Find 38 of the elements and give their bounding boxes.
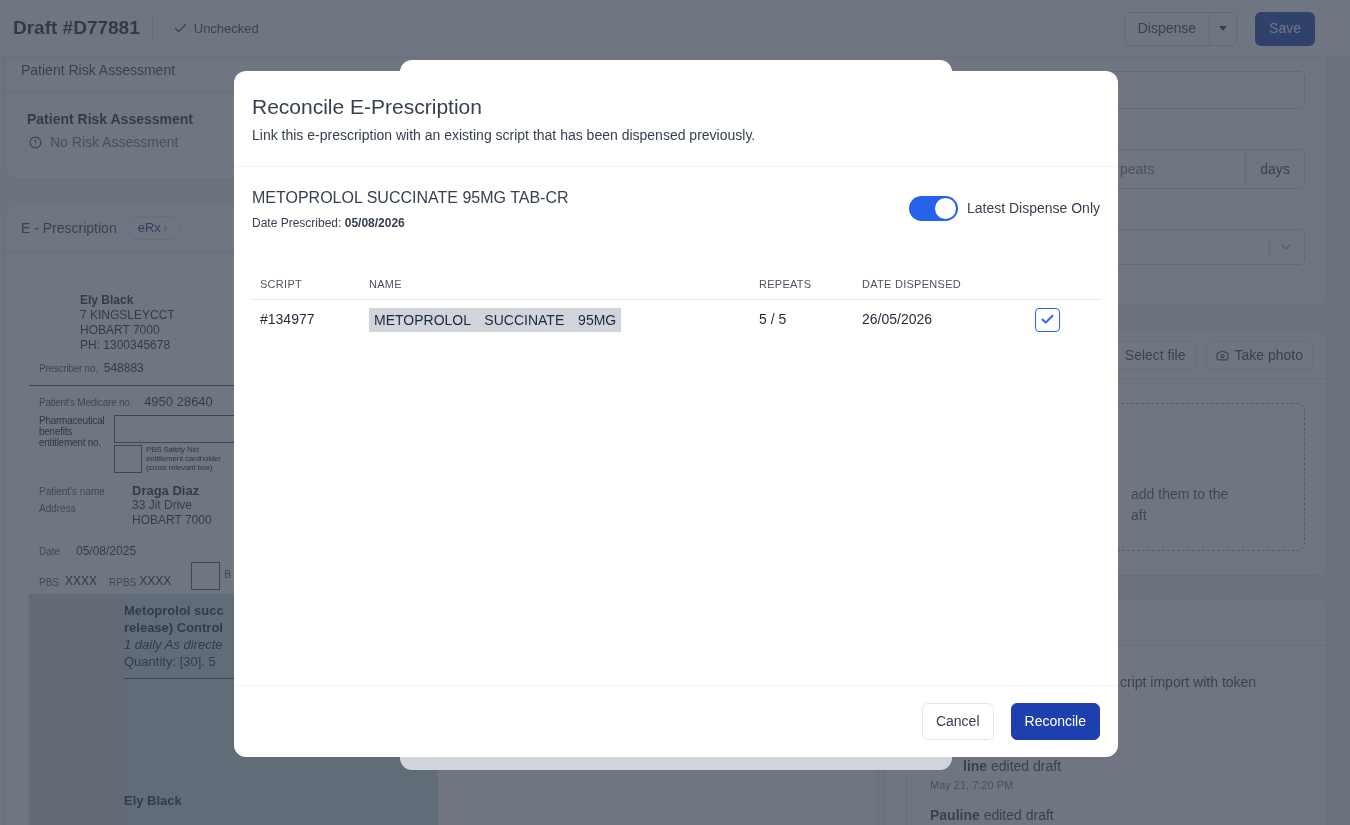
rpbs-value: XXXX bbox=[139, 572, 172, 590]
prescriber-address: HOBART 7000 bbox=[80, 323, 160, 338]
table-cell-text: #134977 bbox=[260, 310, 316, 329]
reconcile-button[interactable]: Reconcile bbox=[1010, 703, 1100, 740]
card-title: Patient Risk Assessment bbox=[21, 62, 176, 78]
card-title: E - Prescription bbox=[21, 218, 117, 238]
drug-name: METOPROLOL SUCCINATE 95MG TAB-CR bbox=[252, 187, 569, 208]
prescriber-name: Ely Black bbox=[80, 293, 134, 308]
column-header: DATE DISPENSED bbox=[862, 276, 962, 292]
activity-event: line edited draft bbox=[962, 757, 1063, 776]
activity-note: cript import with token bbox=[1119, 673, 1258, 692]
row-checkbox[interactable] bbox=[1035, 307, 1060, 332]
date-prescribed: Date Prescribed: 05/08/2026 bbox=[252, 214, 406, 232]
prescriber-address: PH: 1300345678 bbox=[80, 338, 171, 353]
prescription-date: 05/08/2025 bbox=[76, 542, 137, 560]
dialog-title: Reconcile E-Prescription bbox=[252, 94, 483, 120]
patient-address: HOBART 7000 bbox=[132, 512, 212, 528]
table-cell-text: 5 / 5 bbox=[759, 310, 788, 329]
column-header: SCRIPT bbox=[260, 276, 303, 292]
toggle-switch[interactable] bbox=[908, 195, 958, 221]
column-header: NAME bbox=[369, 276, 403, 292]
check-icon bbox=[1040, 312, 1055, 327]
patient-name: Draga Diaz bbox=[132, 482, 201, 498]
patient-address: 33 Jit Drive bbox=[132, 497, 194, 513]
prescriber-number: 548883 bbox=[103, 360, 144, 377]
cancel-button[interactable]: Cancel bbox=[921, 703, 994, 740]
activity-event: Pauline edited draft bbox=[929, 805, 1055, 825]
table-cell: METOPROLOL SUCCINATE 95MG bbox=[369, 307, 622, 332]
status-label: Unchecked bbox=[193, 19, 259, 38]
table-cell-text: 26/05/2026 bbox=[862, 310, 934, 329]
medicare-number: 4950 28640 bbox=[144, 393, 213, 411]
column-header: REPEATS bbox=[759, 276, 813, 292]
dialog-subtitle: Link this e-prescription with an existing script that has been dispensed previously. bbox=[252, 125, 757, 145]
page-title: Draft #D77881 bbox=[13, 16, 140, 41]
prescriber-address: 7 KINGSLEYCCT bbox=[80, 308, 175, 323]
toggle-label: Latest Dispense Only bbox=[966, 198, 1100, 218]
pbs-value: XXXX bbox=[65, 572, 98, 590]
section-heading: Patient Risk Assessment bbox=[27, 110, 194, 129]
